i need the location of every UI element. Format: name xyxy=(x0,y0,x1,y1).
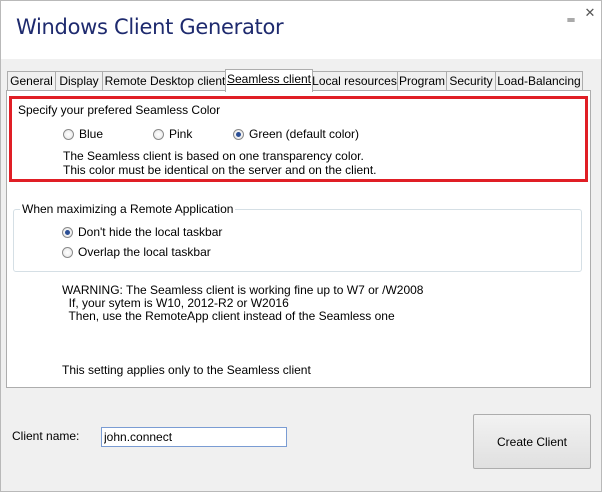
radio-label: Green (default color) xyxy=(249,127,360,141)
client-name-label: Client name: xyxy=(12,429,80,443)
radio-pink[interactable]: Pink xyxy=(153,127,192,141)
tab-label: General xyxy=(10,74,53,88)
close-icon[interactable]: ✕ xyxy=(583,7,597,21)
radio-label: Pink xyxy=(169,127,193,141)
app-window: Windows Client Generator ‗ ✕ General Dis… xyxy=(0,0,602,492)
tab-load-balancing[interactable]: Load-Balancing xyxy=(495,71,583,91)
tab-security[interactable]: Security xyxy=(446,71,496,91)
radio-label: Don't hide the local taskbar xyxy=(78,225,223,239)
radio-indicator xyxy=(63,128,74,140)
seamless-note: This setting applies only to the Seamles… xyxy=(62,363,311,377)
radio-indicator xyxy=(62,246,73,258)
radio-indicator xyxy=(62,226,73,238)
radio-label: Overlap the local taskbar xyxy=(78,245,211,259)
tab-label: Load-Balancing xyxy=(497,74,581,88)
client-name-input[interactable] xyxy=(101,427,287,447)
seamless-info-line-1: The Seamless client is based on one tran… xyxy=(63,149,364,163)
maximize-group: When maximizing a Remote Application Don… xyxy=(13,202,582,272)
tab-remote-desktop-client[interactable]: Remote Desktop client xyxy=(102,71,228,91)
tab-general[interactable]: General xyxy=(7,71,56,91)
tab-display[interactable]: Display xyxy=(55,71,103,91)
tab-program[interactable]: Program xyxy=(397,71,447,91)
tab-label: Remote Desktop client xyxy=(104,74,226,88)
radio-blue[interactable]: Blue xyxy=(63,127,103,141)
radio-green[interactable]: Green (default color) xyxy=(233,127,359,141)
radio-dont-hide-taskbar[interactable]: Don't hide the local taskbar xyxy=(62,225,222,239)
tab-label: Local resources xyxy=(312,74,397,88)
seamless-color-group: Specify your prefered Seamless Color Blu… xyxy=(13,103,584,177)
maximize-legend: When maximizing a Remote Application xyxy=(20,202,236,216)
tab-label: Display xyxy=(59,74,99,88)
radio-indicator xyxy=(153,128,164,140)
minimize-icon[interactable]: ‗ xyxy=(564,7,578,21)
title-bar: Windows Client Generator ‗ ✕ xyxy=(1,1,601,59)
create-client-button[interactable]: Create Client xyxy=(473,414,591,469)
radio-overlap-taskbar[interactable]: Overlap the local taskbar xyxy=(62,245,211,259)
tab-local-resources[interactable]: Local resources xyxy=(311,71,398,91)
radio-indicator xyxy=(233,128,244,140)
warning-line-3: Then, use the RemoteApp client instead o… xyxy=(62,309,395,323)
window-title: Windows Client Generator xyxy=(16,15,284,39)
tab-panel-seamless: Specify your prefered Seamless Color Blu… xyxy=(6,90,591,388)
seamless-info-line-2: This color must be identical on the serv… xyxy=(63,163,377,177)
tab-label: Security xyxy=(449,74,493,88)
seamless-color-legend: Specify your prefered Seamless Color xyxy=(16,103,223,117)
radio-label: Blue xyxy=(79,127,104,141)
tab-label: Seamless client xyxy=(226,72,312,86)
tab-seamless-client[interactable]: Seamless client xyxy=(225,69,313,92)
tab-label: Program xyxy=(398,74,445,88)
